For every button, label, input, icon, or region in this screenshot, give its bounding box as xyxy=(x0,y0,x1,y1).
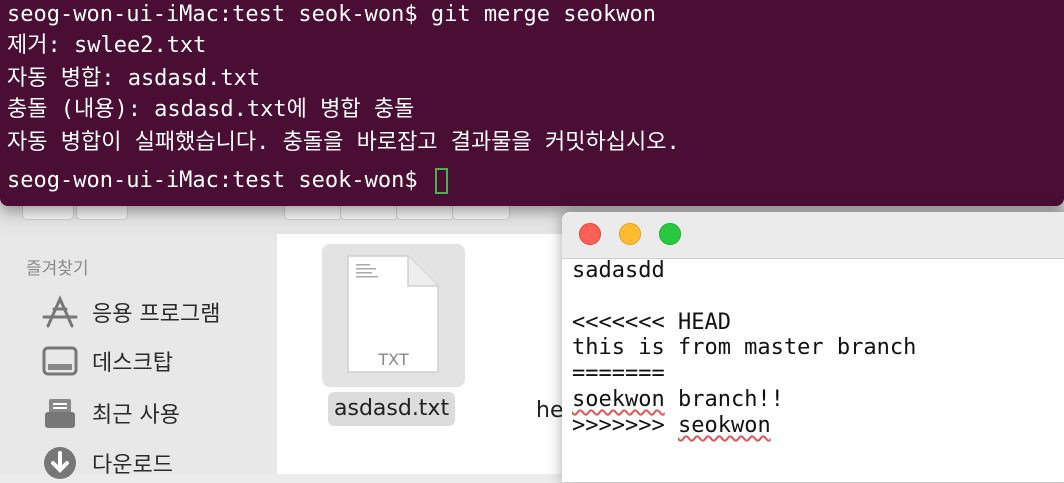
terminal-window[interactable]: seog-won-ui-iMac:test seok-won$ git merg… xyxy=(0,0,1064,206)
sidebar-heading-favorites: 즐겨찾기 xyxy=(26,259,89,279)
editor-line-prefix: >>>>>>> xyxy=(572,412,678,438)
editor-line: <<<<<<< HEAD xyxy=(572,309,731,335)
sidebar-item-label: 응용 프로그램 xyxy=(92,302,221,327)
editor-line-rest: branch!! xyxy=(664,386,784,412)
terminal-prompt: seog-won-ui-iMac:test seok-won$ xyxy=(7,168,431,193)
zoom-button[interactable] xyxy=(659,223,681,245)
sidebar-item-label: 데스크탑 xyxy=(92,351,173,376)
file-name-label[interactable]: he xyxy=(536,398,563,423)
minimize-button[interactable] xyxy=(619,223,641,245)
editor-line: >>>>>>> seokwon xyxy=(572,413,916,439)
editor-text-area[interactable]: sadasdd <<<<<<< HEAD this is from master… xyxy=(572,258,916,439)
downloads-icon xyxy=(40,447,80,479)
editor-line: ======= xyxy=(572,361,665,387)
sidebar-item-applications[interactable]: 응용 프로그램 xyxy=(40,292,220,332)
misspelled-word: seokwon xyxy=(677,412,771,438)
file-name-label[interactable]: asdasd.txt xyxy=(328,392,456,426)
terminal-line: 제거: swlee2.txt xyxy=(7,33,207,58)
misspelled-word: soekwon xyxy=(572,386,665,412)
terminal-line: seog-won-ui-iMac:test seok-won$ git merg… xyxy=(7,2,657,27)
file-type-label: TXT xyxy=(378,350,409,369)
close-button[interactable] xyxy=(579,223,601,245)
sidebar-item-label: 최근 사용 xyxy=(92,403,180,428)
editor-line: sadasdd xyxy=(572,258,665,283)
editor-line: soekwon branch!! xyxy=(572,387,916,413)
terminal-line: 자동 병합: asdasd.txt xyxy=(7,66,261,91)
applications-icon xyxy=(40,295,80,328)
sidebar-item-recents[interactable]: 최근 사용 xyxy=(40,393,180,433)
file-item-asdasd[interactable]: TXT xyxy=(322,244,465,387)
sidebar-item-desktop[interactable]: 데스크탑 xyxy=(40,341,173,381)
sidebar-item-downloads[interactable]: 다운로드 xyxy=(40,443,173,483)
terminal-line: 자동 병합이 실패했습니다. 충돌을 바로잡고 결과물을 커밋하십시오. xyxy=(7,130,680,155)
terminal-cursor xyxy=(434,168,448,194)
editor-line: this is from master branch xyxy=(572,335,917,361)
sidebar-item-label: 다운로드 xyxy=(92,453,173,478)
terminal-line: 충돌 (내용): asdasd.txt에 병합 충돌 xyxy=(7,97,415,122)
editor-titlebar[interactable] xyxy=(562,212,1064,259)
desktop-icon xyxy=(40,345,80,377)
text-editor-window[interactable]: sadasdd <<<<<<< HEAD this is from master… xyxy=(562,212,1064,482)
terminal-prompt-line[interactable]: seog-won-ui-iMac:test seok-won$ xyxy=(7,166,448,196)
recents-icon xyxy=(40,397,80,429)
